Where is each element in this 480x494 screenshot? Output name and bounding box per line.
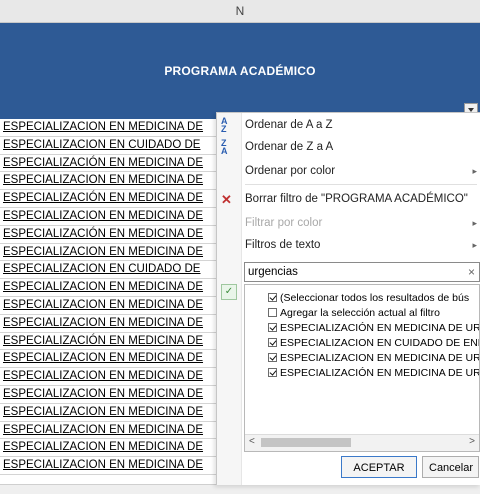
submenu-arrow-icon: ▸ — [472, 240, 477, 250]
checkbox[interactable] — [268, 338, 277, 347]
checkbox[interactable] — [268, 368, 277, 377]
sort-az-label: Ordenar de A a Z — [245, 119, 333, 131]
table-row[interactable]: ESPECIALIZACION EN MEDICINA DE — [0, 279, 220, 297]
clear-filter-label: Borrar filtro de "PROGRAMA ACADÉMICO" — [245, 193, 468, 205]
filter-list-item[interactable]: ESPECIALIZACION EN CUIDADO DE ENFE — [268, 336, 480, 350]
text-filters-label: Filtros de texto — [245, 239, 321, 251]
filter-list-item[interactable]: ESPECIALIZACION EN MEDICINA DE URG — [268, 351, 480, 365]
filter-list-item[interactable]: ESPECIALIZACIÓN EN MEDICINA DE URG — [268, 321, 480, 335]
ok-button[interactable]: ACEPTAR — [341, 456, 417, 478]
filter-list-item-label: ESPECIALIZACIÓN EN MEDICINA DE URG — [280, 367, 480, 379]
submenu-arrow-icon: ▸ — [472, 166, 477, 176]
header-title: PROGRAMA ACADÉMICO — [164, 64, 316, 78]
filter-list-item-label: (Seleccionar todos los resultados de bús — [280, 292, 470, 304]
table-row[interactable]: ESPECIALIZACIÓN EN MEDICINA DE — [0, 333, 220, 351]
table-row[interactable]: ESPECIALIZACIÓN EN MEDICINA DE — [0, 155, 220, 173]
scroll-right-icon[interactable]: > — [469, 436, 475, 447]
table-row[interactable]: ESPECIALIZACION EN MEDICINA DE — [0, 368, 220, 386]
table-row[interactable]: ESPECIALIZACION EN MEDICINA DE — [0, 350, 220, 369]
table-row[interactable]: ESPECIALIZACION EN MEDICINA DE — [0, 439, 220, 458]
sort-za-label: Ordenar de Z a A — [245, 141, 334, 153]
table-row[interactable]: ESPECIALIZACION EN MEDICINA DE — [0, 244, 220, 262]
scroll-thumb[interactable] — [261, 438, 351, 447]
filter-list-item[interactable]: Agregar la selección actual al filtro — [268, 306, 440, 320]
clear-filter-icon: ✕ — [221, 192, 232, 207]
sort-za-item[interactable]: Ordenar de Z a A — [245, 138, 477, 156]
submenu-arrow-icon: ▸ — [472, 218, 477, 228]
sort-by-color-item[interactable]: Ordenar por color ▸ — [245, 162, 477, 180]
table-row[interactable]: ESPECIALIZACION EN MEDICINA DE — [0, 404, 220, 422]
filter-list-item[interactable]: (Seleccionar todos los resultados de bús — [268, 291, 469, 305]
cancel-button[interactable]: Cancelar — [422, 456, 479, 478]
menu-separator — [245, 184, 477, 185]
table-row[interactable]: ESPECIALIZACION EN MEDICINA DE — [0, 386, 220, 404]
clear-filter-item[interactable]: Borrar filtro de "PROGRAMA ACADÉMICO" — [245, 190, 477, 208]
filter-list-item-label: ESPECIALIZACIÓN EN MEDICINA DE URG — [280, 322, 480, 334]
autofilter-menu: AZ Ordenar de A a Z ZA Ordenar de Z a A … — [216, 112, 480, 485]
search-input[interactable]: urgencias × — [244, 262, 480, 282]
table-row[interactable]: ESPECIALIZACION EN MEDICINA DE — [0, 172, 220, 191]
sort-az-item[interactable]: Ordenar de A a Z — [245, 116, 477, 134]
text-filters-item[interactable]: Filtros de texto ▸ — [245, 236, 477, 254]
sort-by-color-label: Ordenar por color — [245, 165, 336, 177]
table-row[interactable]: ESPECIALIZACION EN MEDICINA DE — [0, 457, 220, 475]
filter-list-item-label: ESPECIALIZACION EN MEDICINA DE URG — [280, 352, 480, 364]
sort-az-icon: AZ — [221, 116, 228, 134]
table-row[interactable]: ESPECIALIZACION EN MEDICINA DE — [0, 119, 220, 137]
filter-by-color-label: Filtrar por color — [245, 217, 323, 229]
checkbox[interactable] — [268, 293, 277, 302]
filter-list-item-label: ESPECIALIZACION EN CUIDADO DE ENFE — [280, 337, 480, 349]
filter-by-color-item: Filtrar por color ▸ — [245, 214, 477, 232]
table-row[interactable]: ESPECIALIZACION EN MEDICINA DE — [0, 422, 220, 440]
header-cell[interactable]: PROGRAMA ACADÉMICO — [0, 23, 480, 119]
table-row[interactable]: ESPECIALIZACION EN MEDICINA DE — [0, 297, 220, 315]
column-header-n[interactable]: N — [0, 0, 480, 23]
filter-list-item[interactable]: ESPECIALIZACIÓN EN MEDICINA DE URG — [268, 366, 480, 380]
checkbox[interactable] — [268, 353, 277, 362]
horizontal-scrollbar[interactable]: < > — [245, 434, 479, 451]
table-row[interactable]: ESPECIALIZACIÓN EN MEDICINA DE — [0, 226, 220, 244]
table-row[interactable]: ESPECIALIZACION EN CUIDADO DE — [0, 261, 220, 280]
table-row[interactable]: ESPECIALIZACION EN MEDICINA DE — [0, 315, 220, 333]
clear-search-icon[interactable]: × — [468, 264, 475, 280]
data-rows: ESPECIALIZACION EN MEDICINA DE ESPECIALIZ… — [0, 119, 220, 475]
checkbox[interactable] — [268, 308, 277, 317]
filter-applied-check-icon: ✓ — [221, 284, 237, 300]
table-row[interactable]: ESPECIALIZACION EN CUIDADO DE — [0, 137, 220, 155]
filter-list-item-label: Agregar la selección actual al filtro — [280, 307, 440, 319]
table-row[interactable]: ESPECIALIZACION EN MEDICINA DE — [0, 208, 220, 226]
filter-values-list[interactable]: (Seleccionar todos los resultados de bús… — [244, 284, 480, 452]
column-letter: N — [235, 4, 245, 18]
table-row[interactable]: ESPECIALIZACIÓN EN MEDICINA DE — [0, 190, 220, 208]
search-value: urgencias — [248, 266, 298, 278]
scroll-left-icon[interactable]: < — [249, 436, 255, 447]
sort-za-icon: ZA — [221, 138, 228, 156]
checkbox[interactable] — [268, 323, 277, 332]
